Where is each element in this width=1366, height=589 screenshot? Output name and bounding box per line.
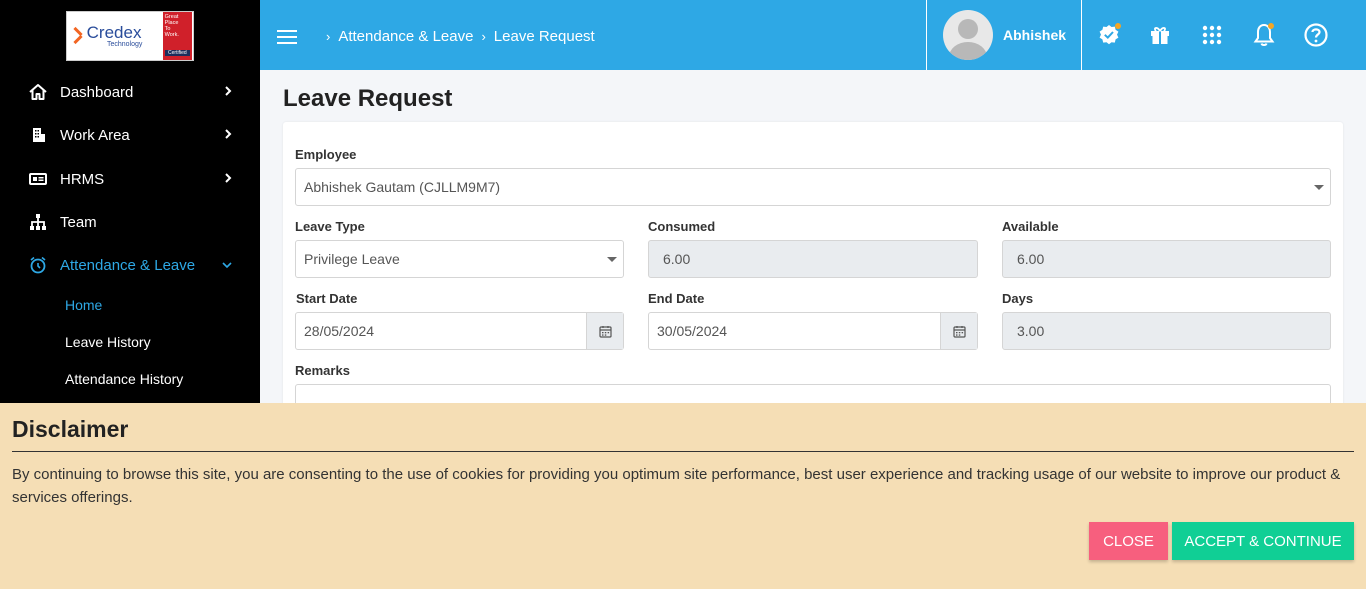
sidebar-item-label: Attendance & Leave <box>60 256 196 274</box>
sidebar-item-label: Work Area <box>60 126 130 144</box>
company-logo[interactable]: Credex Technology Great Place To Work. C… <box>66 11 194 61</box>
employee-value: Abhishek Gautam (CJLLM9M7) <box>304 179 501 195</box>
sidebar-item-team[interactable]: Team <box>28 210 233 234</box>
leave-type-label: Leave Type <box>295 219 365 234</box>
divider <box>12 451 1354 452</box>
help-icon[interactable] <box>1303 22 1329 48</box>
user-name: Abhishek <box>1003 27 1067 43</box>
apps-grid-icon[interactable] <box>1199 22 1225 48</box>
remarks-label: Remarks <box>295 363 350 378</box>
disclaimer-text: By continuing to browse this site, you a… <box>12 466 1341 506</box>
hamburger-menu-icon[interactable] <box>277 30 297 44</box>
sidebar-subitem-leave-history[interactable]: Leave History <box>65 334 151 350</box>
end-date-input[interactable]: 30/05/2024 <box>648 312 978 350</box>
available-field: 6.00 <box>1002 240 1331 278</box>
user-menu[interactable]: Abhishek <box>926 0 1082 70</box>
sidebar-item-attendance-leave[interactable]: Attendance & Leave <box>28 253 233 277</box>
calendar-icon[interactable] <box>586 313 623 349</box>
close-button[interactable]: CLOSE <box>1089 522 1168 560</box>
chevron-down-icon <box>221 257 233 273</box>
chevron-right-icon: › <box>326 29 331 44</box>
end-date-value: 30/05/2024 <box>657 323 728 339</box>
cookie-disclaimer-banner: Disclaimer By continuing to browse this … <box>0 403 1366 589</box>
page-title: Leave Request <box>283 85 453 112</box>
leave-type-value: Privilege Leave <box>304 251 400 267</box>
avatar[interactable] <box>943 10 993 60</box>
sidebar-item-label: Team <box>60 213 97 231</box>
gptw-badge: Great Place To Work. Certified <box>162 12 192 60</box>
available-value: 6.00 <box>1017 251 1045 267</box>
badge-line: Work. <box>164 32 179 38</box>
calendar-icon[interactable] <box>940 313 977 349</box>
chevron-right-icon <box>223 127 233 143</box>
consumed-value: 6.00 <box>663 251 691 267</box>
accept-continue-button[interactable]: ACCEPT & CONTINUE <box>1172 522 1354 560</box>
caret-down-icon <box>1314 185 1324 190</box>
badge-cert: Certified <box>164 50 190 56</box>
consumed-field: 6.00 <box>648 240 978 278</box>
logo-sub: Technology <box>106 40 143 48</box>
start-date-value: 28/05/2024 <box>304 323 375 339</box>
leave-request-form: Employee Abhishek Gautam (CJLLM9M7) Leav… <box>283 122 1343 444</box>
employee-label: Employee <box>295 147 357 162</box>
leave-type-select[interactable]: Privilege Leave <box>295 240 624 278</box>
alarm-clock-icon <box>28 255 48 275</box>
id-card-icon <box>28 169 48 189</box>
consumed-label: Consumed <box>648 219 716 234</box>
chevron-right-icon <box>223 84 233 100</box>
days-field: 3.00 <box>1002 312 1331 350</box>
days-value: 3.00 <box>1017 323 1045 339</box>
employee-select[interactable]: Abhishek Gautam (CJLLM9M7) <box>295 168 1331 206</box>
disclaimer-title: Disclaimer <box>12 416 129 442</box>
chevron-right-icon: › <box>481 29 486 44</box>
sidebar-subitem-attendance-history[interactable]: Attendance History <box>65 371 183 387</box>
start-date-label: Start Date <box>296 291 358 306</box>
approval-badge-icon[interactable] <box>1096 22 1122 48</box>
sidebar-item-work-area[interactable]: Work Area <box>28 123 233 147</box>
days-label: Days <box>1002 291 1034 306</box>
available-label: Available <box>1002 219 1059 234</box>
sidebar-subitem-home[interactable]: Home <box>65 297 102 313</box>
breadcrumb-item[interactable]: Attendance & Leave <box>338 28 473 45</box>
breadcrumb-item-current: Leave Request <box>493 28 595 45</box>
sidebar-item-dashboard[interactable]: Dashboard <box>28 80 233 104</box>
end-date-label: End Date <box>648 291 705 306</box>
gift-icon[interactable] <box>1147 22 1173 48</box>
caret-down-icon <box>607 257 617 262</box>
logo-name: Credex <box>86 22 142 42</box>
breadcrumb: › Attendance & Leave › Leave Request <box>326 28 595 45</box>
chevron-right-icon <box>223 171 233 187</box>
bell-icon[interactable] <box>1251 22 1277 48</box>
start-date-input[interactable]: 28/05/2024 <box>295 312 624 350</box>
sidebar-item-hrms[interactable]: HRMS <box>28 167 233 191</box>
home-icon <box>28 82 48 102</box>
sidebar-item-label: HRMS <box>60 170 105 188</box>
sitemap-icon <box>28 212 48 232</box>
building-icon <box>28 125 48 145</box>
sidebar-item-label: Dashboard <box>60 83 134 101</box>
credex-logo-icon <box>71 22 85 50</box>
top-header: › Attendance & Leave › Leave Request Abh… <box>260 0 1366 70</box>
